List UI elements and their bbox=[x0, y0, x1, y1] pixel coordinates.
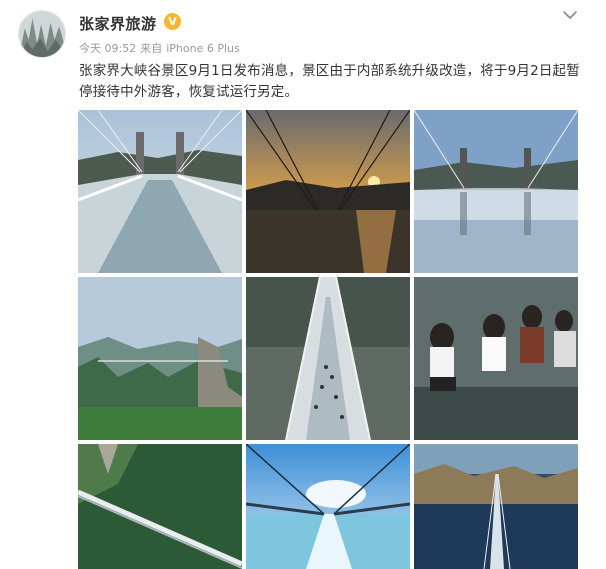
photo-6[interactable] bbox=[414, 277, 578, 440]
weibo-post: 张家界旅游 V 今天 09:52 来自 iPhone 6 Plus 张家界大峡谷景区… bbox=[0, 0, 606, 569]
photo-2[interactable] bbox=[246, 110, 410, 273]
post-meta: 今天 09:52 来自 iPhone 6 Plus bbox=[79, 40, 244, 56]
photo-5[interactable] bbox=[246, 277, 410, 440]
post-text: 张家界大峡谷景区9月1日发布消息，景区由于内部系统升级改造，将于9月2日起暂停接… bbox=[79, 63, 580, 100]
chevron-down-icon[interactable] bbox=[561, 8, 579, 22]
photo-4[interactable] bbox=[78, 277, 242, 440]
photo-7[interactable] bbox=[78, 444, 242, 569]
photo-8[interactable] bbox=[246, 444, 410, 569]
photo-3[interactable] bbox=[414, 110, 578, 273]
author-avatar[interactable] bbox=[18, 10, 66, 58]
photo-1[interactable] bbox=[78, 110, 242, 273]
author-name[interactable]: 张家界旅游 bbox=[79, 13, 157, 34]
post-time: 今天 09:52 bbox=[79, 42, 137, 55]
verified-v-icon: V bbox=[164, 13, 181, 30]
photo-9[interactable] bbox=[414, 444, 578, 569]
photo-grid bbox=[78, 110, 578, 569]
source-prefix: 来自 bbox=[140, 42, 163, 55]
source-device[interactable]: iPhone 6 Plus bbox=[166, 42, 240, 55]
